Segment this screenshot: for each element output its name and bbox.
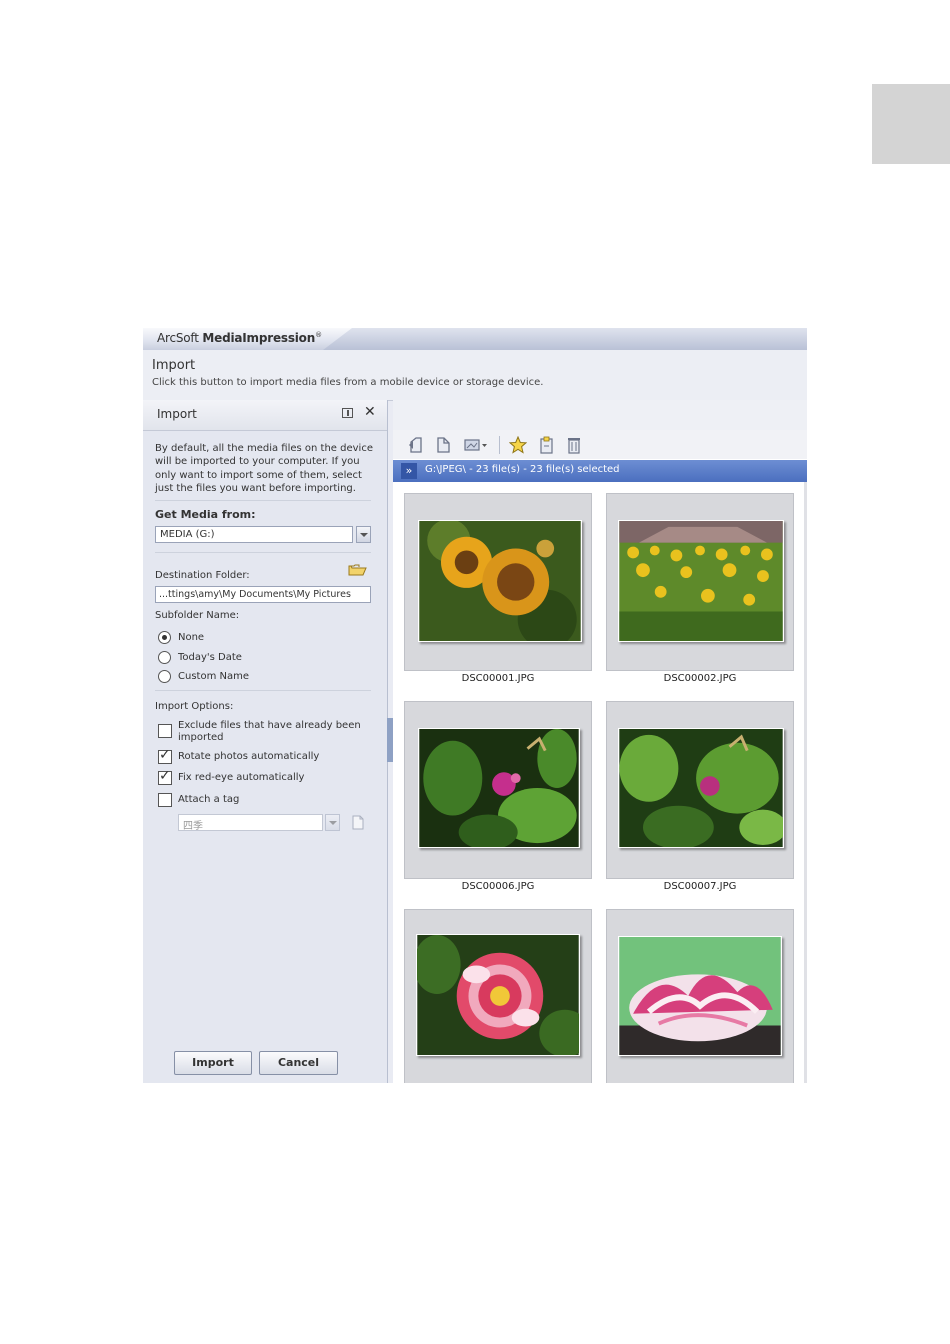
app-window: ArcSoft MediaImpression® Import Click th… bbox=[143, 328, 807, 1083]
browser-header bbox=[393, 400, 807, 431]
path-status-text: G:\JPEG\ - 23 file(s) - 23 file(s) selec… bbox=[425, 464, 620, 475]
thumbnail-card[interactable] bbox=[404, 909, 592, 1083]
thumbnail-filename: DSC00007.JPG bbox=[663, 881, 737, 892]
checkbox-exclude-imported[interactable] bbox=[158, 724, 172, 738]
thumbnail-card[interactable] bbox=[606, 909, 794, 1083]
radio-custom-name-label: Custom Name bbox=[178, 671, 249, 682]
pin-icon[interactable] bbox=[342, 408, 353, 418]
thumbnail-image bbox=[418, 520, 582, 642]
radio-todays-date[interactable] bbox=[158, 651, 171, 664]
thumbnail-image bbox=[618, 936, 782, 1056]
thumbnail-card[interactable] bbox=[404, 701, 592, 879]
subfolder-label: Subfolder Name: bbox=[155, 610, 240, 621]
checkbox-fix-red-eye[interactable] bbox=[158, 768, 172, 785]
tag-icon[interactable] bbox=[537, 436, 555, 454]
import-description: By default, all the media files on the d… bbox=[155, 443, 373, 495]
thumbnail-filename: DSC00006.JPG bbox=[461, 881, 535, 892]
thumbnail-grid: DSC00001.JPG DSC00002.JPG DSC00006.JPG D… bbox=[393, 482, 807, 1083]
page-subtitle: Click this button to import media files … bbox=[152, 377, 544, 388]
destination-folder-value: ...ttings\amy\My Documents\My Pictures bbox=[159, 589, 351, 600]
cancel-button[interactable]: Cancel bbox=[259, 1051, 338, 1075]
divider bbox=[155, 500, 371, 501]
divider bbox=[155, 552, 371, 553]
radio-custom-name[interactable] bbox=[158, 670, 171, 683]
get-media-select[interactable]: MEDIA (G:) bbox=[155, 526, 353, 543]
tag-select[interactable]: 四季 bbox=[178, 814, 323, 832]
checkbox-rotate-photos-label: Rotate photos automatically bbox=[178, 751, 320, 762]
destination-label: Destination Folder: bbox=[155, 570, 250, 581]
thumbnail-image bbox=[618, 728, 784, 848]
media-browser: » G:\JPEG\ - 23 file(s) - 23 file(s) sel… bbox=[393, 400, 807, 1083]
page-title: Import bbox=[152, 358, 196, 373]
registered-mark: ® bbox=[315, 331, 322, 339]
thumbnail-filename: DSC00002.JPG bbox=[663, 673, 737, 684]
thumbnail-image bbox=[418, 728, 580, 848]
page-edge-tab bbox=[872, 84, 950, 164]
import-options-label: Import Options: bbox=[155, 701, 234, 712]
close-icon[interactable]: ✕ bbox=[364, 404, 376, 420]
path-bar: » G:\JPEG\ - 23 file(s) - 23 file(s) sel… bbox=[393, 460, 807, 482]
thumbnail-filename: DSC00001.JPG bbox=[461, 673, 535, 684]
thumbnail-card[interactable] bbox=[606, 701, 794, 879]
folder-icon[interactable] bbox=[348, 563, 367, 576]
checkbox-exclude-imported-label: Exclude files that have already been imp… bbox=[178, 720, 361, 743]
tag-edit-icon[interactable] bbox=[351, 814, 365, 830]
toolbar-divider bbox=[499, 436, 500, 454]
import-button[interactable]: Import bbox=[174, 1051, 252, 1075]
title-bar-decoration bbox=[323, 328, 807, 350]
expand-chevron-icon[interactable]: » bbox=[401, 463, 417, 479]
chevron-down-icon[interactable] bbox=[356, 526, 371, 543]
app-title-bold: MediaImpression bbox=[202, 331, 316, 345]
import-panel: Import ✕ By default, all the media files… bbox=[143, 400, 388, 1083]
app-title: ArcSoft MediaImpression® bbox=[157, 331, 322, 345]
chevron-down-icon[interactable] bbox=[325, 814, 340, 831]
destination-folder-field[interactable]: ...ttings\amy\My Documents\My Pictures bbox=[155, 586, 371, 603]
import-panel-title: Import bbox=[157, 407, 197, 421]
thumbnail-card[interactable] bbox=[404, 493, 592, 671]
scroll-edge bbox=[804, 482, 807, 1083]
thumbnail-image bbox=[416, 934, 580, 1056]
view-mode-icon[interactable] bbox=[463, 436, 489, 454]
checkbox-rotate-photos[interactable] bbox=[158, 747, 172, 764]
checkbox-attach-tag[interactable] bbox=[158, 793, 172, 807]
app-title-light: ArcSoft bbox=[157, 331, 199, 345]
page-header: Import Click this button to import media… bbox=[143, 350, 807, 401]
trash-icon[interactable] bbox=[565, 436, 583, 454]
radio-none-label: None bbox=[178, 632, 205, 643]
radio-todays-date-label: Today's Date bbox=[178, 652, 242, 663]
get-media-label: Get Media from: bbox=[155, 508, 256, 521]
thumbnail-card[interactable] bbox=[606, 493, 794, 671]
checkbox-fix-red-eye-label: Fix red-eye automatically bbox=[178, 772, 305, 783]
thumbnail-image bbox=[618, 520, 784, 642]
tag-value: 四季 bbox=[183, 821, 203, 832]
rotate-right-icon[interactable] bbox=[435, 436, 453, 454]
radio-none[interactable] bbox=[158, 631, 171, 644]
rotate-left-icon[interactable] bbox=[407, 436, 425, 454]
checkbox-attach-tag-label: Attach a tag bbox=[178, 794, 240, 805]
browser-toolbar bbox=[393, 430, 807, 459]
get-media-value: MEDIA (G:) bbox=[160, 529, 215, 540]
star-icon[interactable] bbox=[509, 436, 527, 454]
title-bar: ArcSoft MediaImpression® bbox=[143, 328, 807, 350]
import-panel-header: Import ✕ bbox=[143, 400, 387, 431]
divider bbox=[155, 690, 371, 691]
